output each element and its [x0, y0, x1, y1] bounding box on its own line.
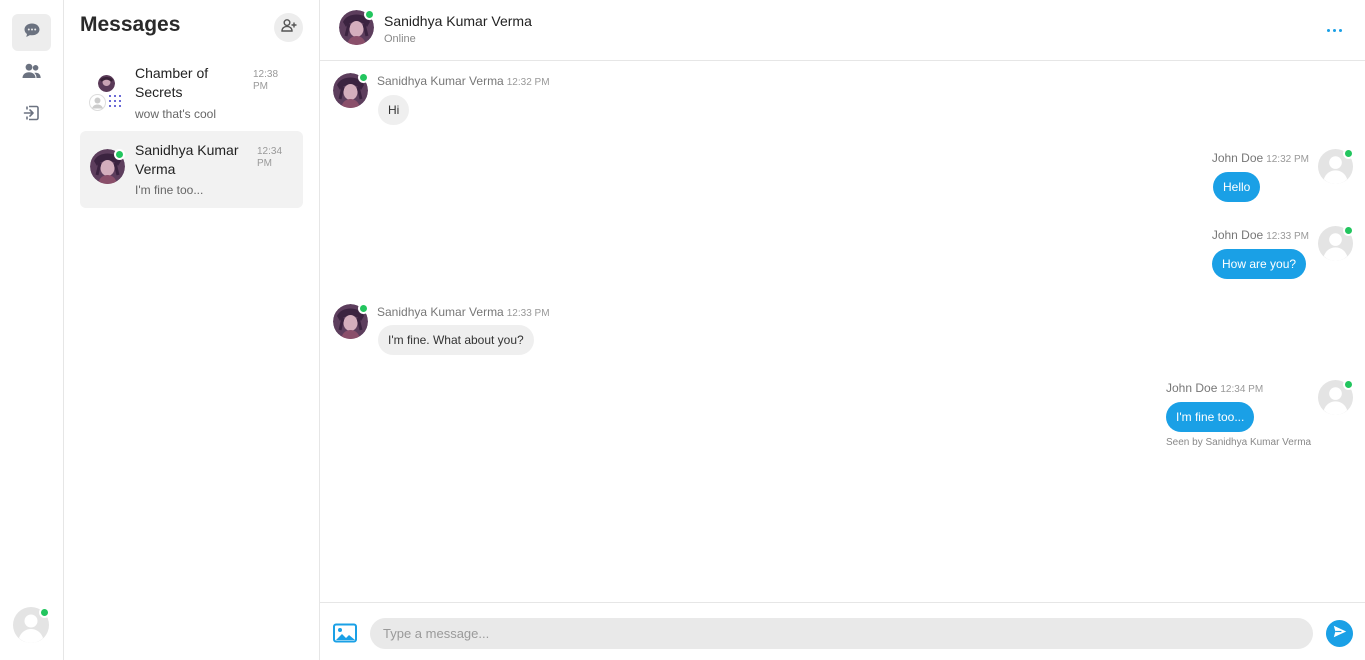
member-avatar — [98, 75, 115, 92]
send-icon — [1333, 625, 1347, 643]
message-composer — [320, 602, 1365, 660]
message-bubble: Hello — [1213, 172, 1261, 202]
current-user-avatar[interactable] — [13, 607, 50, 643]
online-indicator — [1343, 148, 1354, 159]
message-bubble: Hi — [378, 95, 410, 125]
rail-logout-button[interactable] — [12, 97, 51, 134]
sidebar-title: Messages — [80, 13, 181, 36]
more-options-button[interactable] — [1322, 22, 1346, 38]
message-meta: John Doe 12:33 PM — [1212, 228, 1309, 242]
chat-contact-name[interactable]: Sanidhya Kumar Verma — [384, 13, 532, 29]
rail-contacts-button[interactable] — [12, 55, 51, 92]
sender-avatar — [1318, 379, 1354, 415]
member-avatar-default — [89, 94, 106, 111]
online-indicator — [1343, 379, 1354, 390]
conversation-item-sanidhya[interactable]: Sanidhya Kumar Verma I'm fine too... 12:… — [80, 131, 303, 208]
message-meta: John Doe 12:32 PM — [1212, 151, 1309, 165]
message-author: Sanidhya Kumar Verma — [377, 305, 504, 319]
rail-chats-button[interactable] — [12, 14, 51, 51]
nav-rail — [0, 0, 64, 660]
message-time: 12:32 PM — [506, 77, 550, 88]
online-indicator — [114, 149, 125, 160]
message-time: 12:34 PM — [1220, 384, 1264, 395]
message-meta: Sanidhya Kumar Verma 12:33 PM — [377, 305, 550, 319]
chat-app: Messages Chamber of Secrets wow that's c… — [0, 0, 1365, 660]
message-bubble: I'm fine too... — [1166, 402, 1255, 432]
online-indicator — [358, 303, 369, 314]
chat-contact-status: Online — [384, 33, 416, 45]
group-pattern-icon — [109, 95, 122, 108]
chat-bubble-icon — [23, 22, 41, 44]
sender-avatar — [333, 72, 369, 108]
online-indicator — [1343, 225, 1354, 236]
conversation-item-chamber-of-secrets[interactable]: Chamber of Secrets wow that's cool 12:38… — [80, 55, 303, 132]
online-indicator — [364, 9, 375, 20]
online-indicator — [39, 607, 50, 618]
online-indicator — [358, 72, 369, 83]
conversation-name: Sanidhya Kumar Verma — [135, 142, 239, 177]
sender-avatar — [1318, 225, 1354, 261]
image-icon — [333, 623, 357, 647]
message-author: Sanidhya Kumar Verma — [377, 74, 504, 88]
message-bubble: I'm fine. What about you? — [378, 325, 534, 355]
header-avatar[interactable] — [339, 9, 375, 45]
users-icon — [22, 63, 41, 84]
conversation-preview: wow that's cool — [135, 107, 216, 121]
more-horizontal-icon — [1326, 28, 1342, 32]
message-meta: John Doe 12:34 PM — [1166, 381, 1263, 395]
conversation-sidebar: Messages Chamber of Secrets wow that's c… — [64, 0, 320, 660]
seen-receipt: Seen by Sanidhya Kumar Verma — [1166, 437, 1312, 448]
attach-image-button[interactable] — [333, 623, 357, 643]
sender-avatar — [333, 303, 369, 339]
conversation-name: Chamber of Secrets — [135, 65, 209, 100]
conversation-preview: I'm fine too... — [135, 183, 204, 197]
new-conversation-button[interactable] — [274, 13, 303, 42]
message-meta: Sanidhya Kumar Verma 12:32 PM — [377, 74, 550, 88]
add-user-icon — [280, 18, 297, 37]
contact-avatar — [90, 149, 125, 184]
message-time: 12:33 PM — [1266, 231, 1309, 242]
chat-panel: Sanidhya Kumar Verma Online Sanidhya Kum… — [320, 0, 1365, 660]
message-input[interactable] — [370, 618, 1313, 649]
chat-header: Sanidhya Kumar Verma Online — [320, 0, 1365, 61]
message-author: John Doe — [1166, 381, 1218, 395]
send-button[interactable] — [1326, 620, 1353, 647]
conversation-time: 12:34 PM — [257, 146, 283, 169]
message-time: 12:32 PM — [1266, 154, 1309, 165]
message-time: 12:33 PM — [506, 308, 550, 319]
logout-icon — [23, 104, 40, 127]
message-bubble: How are you? — [1212, 249, 1307, 279]
sender-avatar — [1318, 148, 1354, 184]
message-author: John Doe — [1211, 151, 1264, 165]
conversation-time: 12:38 PM — [253, 69, 279, 92]
group-avatar — [88, 73, 124, 111]
message-author: John Doe — [1211, 228, 1264, 242]
